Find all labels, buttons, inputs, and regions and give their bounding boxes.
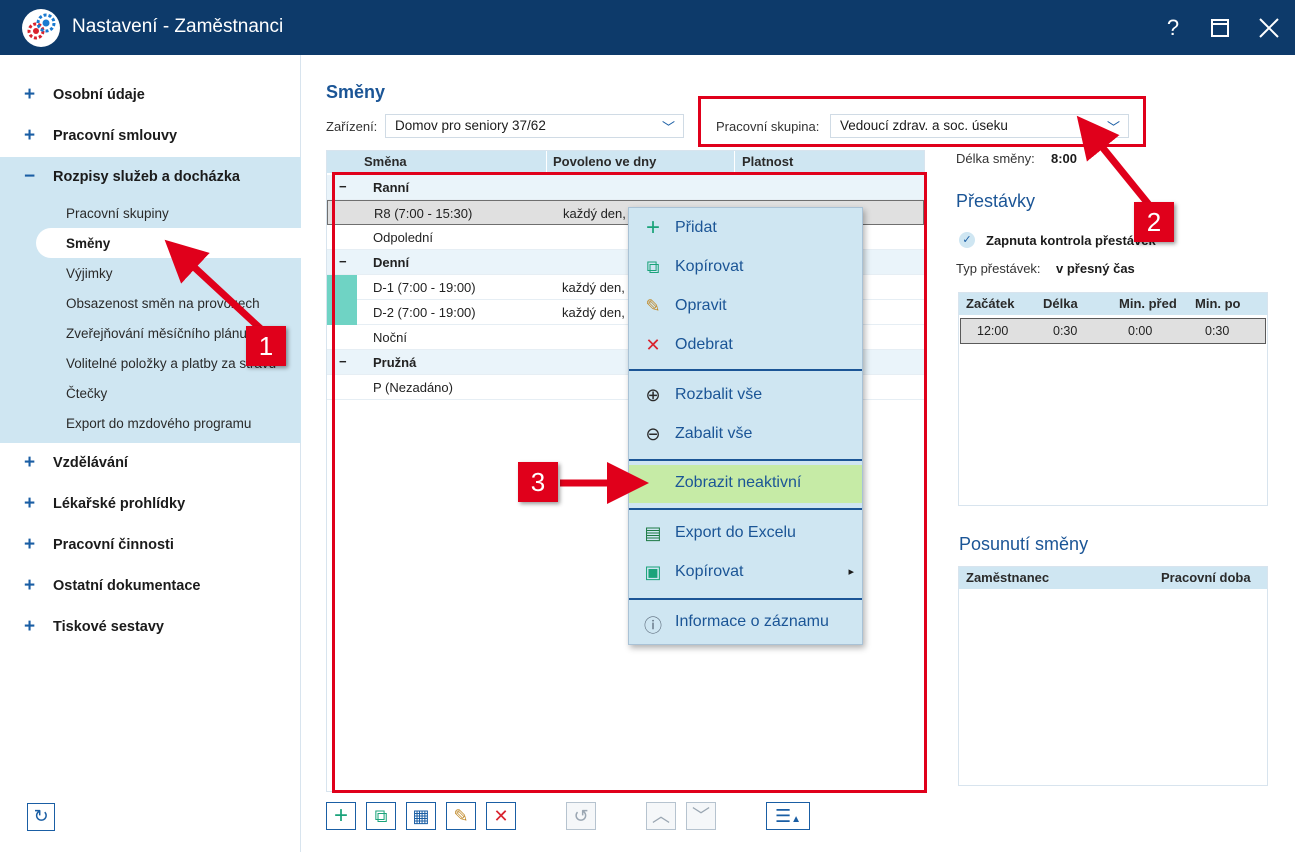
annotation-badge-3: 3 — [518, 462, 558, 502]
annotation-badge-1: 1 — [246, 326, 286, 366]
annotation-arrows — [164, 115, 1153, 504]
annotation-badge-2: 2 — [1134, 202, 1174, 242]
